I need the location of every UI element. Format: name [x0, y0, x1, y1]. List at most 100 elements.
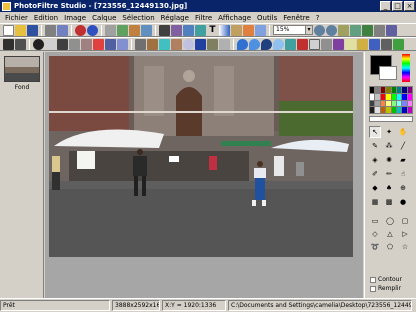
palette-swatch[interactable]	[391, 100, 396, 107]
scan-icon[interactable]	[57, 24, 68, 36]
triangle-shape-icon[interactable]: △	[384, 229, 396, 239]
auto-contrast-icon[interactable]	[15, 38, 26, 50]
palette-swatch[interactable]	[402, 100, 407, 107]
gradient-icon[interactable]	[219, 24, 230, 36]
cut-icon[interactable]	[105, 24, 116, 36]
tile-icon[interactable]	[374, 24, 385, 36]
save-icon[interactable]	[27, 24, 38, 36]
rounded-rect-shape-icon[interactable]: ▢	[399, 216, 411, 226]
ellipse-shape-icon[interactable]: ◯	[384, 216, 396, 226]
gamma-minus-icon[interactable]	[105, 38, 116, 50]
palette-swatch[interactable]	[386, 107, 391, 113]
brush-tool-icon[interactable]: ✐	[369, 168, 381, 180]
menu-image[interactable]: Image	[61, 14, 89, 22]
pattern-tool-icon[interactable]: ▩	[383, 196, 395, 208]
remplir-checkbox-box[interactable]	[370, 285, 376, 292]
palette-swatch[interactable]	[380, 87, 386, 93]
rectangle-shape-icon[interactable]: ▭	[369, 216, 381, 226]
full-screen-icon[interactable]	[362, 24, 373, 36]
mirror-icon[interactable]	[171, 38, 182, 50]
filter-light-drop-icon[interactable]	[273, 38, 284, 50]
filter-water-icon[interactable]	[237, 38, 248, 50]
palette-swatch[interactable]	[380, 93, 386, 100]
remplir-checkbox[interactable]: Remplir	[370, 285, 401, 292]
wand-tool-icon[interactable]: ⁂	[383, 140, 395, 152]
paste-icon[interactable]	[129, 24, 140, 36]
zoom-in-icon[interactable]	[314, 24, 325, 36]
paste-new-icon[interactable]	[141, 24, 152, 36]
menu-edition[interactable]: Edition	[31, 14, 61, 22]
diamond-shape-icon[interactable]: ◇	[369, 229, 381, 239]
palette-swatch[interactable]	[407, 93, 412, 100]
frame-icon[interactable]	[231, 24, 242, 36]
palette-swatch[interactable]	[407, 87, 412, 93]
layer-thumbnail[interactable]	[4, 56, 40, 82]
app-icon[interactable]	[2, 1, 11, 11]
palette-swatch[interactable]	[375, 87, 380, 93]
negative-icon[interactable]	[159, 38, 170, 50]
polygon-shape-icon[interactable]: ⬠	[384, 242, 396, 252]
cascade-icon[interactable]	[386, 24, 397, 36]
drop-tool-icon[interactable]: ♠	[383, 182, 395, 194]
eyedropper-tool-icon[interactable]: ✎	[369, 140, 381, 152]
saturation-plus-icon[interactable]	[93, 38, 104, 50]
sepia-icon[interactable]	[147, 38, 158, 50]
line-tool-icon[interactable]: ╱	[397, 140, 409, 152]
menu-reglage[interactable]: Réglage	[158, 14, 192, 22]
new-file-icon[interactable]	[3, 24, 14, 36]
clone-tool-icon[interactable]: ⊕	[397, 182, 409, 194]
palette-swatch[interactable]	[391, 93, 396, 100]
copy-icon[interactable]	[117, 24, 128, 36]
palette-swatch[interactable]	[386, 100, 391, 107]
palette-swatch[interactable]	[370, 107, 375, 113]
filter-cyan-icon[interactable]	[285, 38, 296, 50]
arrow-shape-icon[interactable]: ▷	[399, 229, 411, 239]
image-size-icon[interactable]	[159, 24, 170, 36]
menu-fenetre[interactable]: Fenêtre	[280, 14, 312, 22]
close-button[interactable]: ×	[404, 1, 415, 11]
eraser-tool-icon[interactable]: ▰	[397, 154, 409, 166]
chevron-down-icon[interactable]: ▾	[305, 26, 312, 34]
contrast-minus-icon[interactable]	[57, 38, 68, 50]
pointer-tool-icon[interactable]: ↖	[369, 126, 381, 138]
filter-light-icon[interactable]	[345, 38, 356, 50]
fill-tool-icon[interactable]: ◈	[369, 154, 381, 166]
palette-swatch[interactable]	[396, 93, 402, 100]
menu-affichage[interactable]: Affichage	[215, 14, 254, 22]
menu-selection[interactable]: Sélection	[119, 14, 157, 22]
smudge-tool-icon[interactable]: ☝	[397, 168, 409, 180]
palette-swatch[interactable]	[407, 100, 412, 107]
open-folder-icon[interactable]	[15, 24, 26, 36]
palette-swatch[interactable]	[391, 107, 396, 113]
filter-drop-icon[interactable]	[249, 38, 260, 50]
palette-swatch[interactable]	[380, 107, 386, 113]
filter-green-icon[interactable]	[393, 38, 404, 50]
fit-window-icon[interactable]	[350, 24, 361, 36]
filter-frame-icon[interactable]	[309, 38, 320, 50]
emboss-icon[interactable]	[219, 38, 230, 50]
print-icon[interactable]	[45, 24, 56, 36]
palette-swatch[interactable]	[375, 93, 380, 100]
palette-swatch[interactable]	[386, 93, 391, 100]
maximize-button[interactable]: □	[392, 1, 403, 11]
contour-checkbox-box[interactable]	[370, 276, 376, 283]
text-icon[interactable]: T	[207, 25, 218, 36]
contrast-plus-icon[interactable]	[69, 38, 80, 50]
noise-icon[interactable]	[207, 38, 218, 50]
brightness-minus-icon[interactable]	[33, 38, 44, 50]
stamp-tool-icon[interactable]: ▦	[369, 196, 381, 208]
auto-level-icon[interactable]	[3, 38, 14, 50]
palette-swatch[interactable]	[375, 100, 380, 107]
zoom-out-icon[interactable]	[326, 24, 337, 36]
color-palette[interactable]	[369, 86, 413, 114]
pencil-tool-icon[interactable]: ✏	[383, 168, 395, 180]
minimize-button[interactable]: _	[380, 1, 391, 11]
blur-icon[interactable]	[183, 38, 194, 50]
palette-swatch[interactable]	[386, 87, 391, 93]
palette-swatch[interactable]	[396, 107, 402, 113]
filter-grid-icon[interactable]	[321, 38, 332, 50]
brush-icon[interactable]	[243, 24, 254, 36]
magic-wand-tool-icon[interactable]: ✦	[383, 126, 395, 138]
spray-tool-icon[interactable]: ✺	[383, 154, 395, 166]
palette-swatch[interactable]	[375, 107, 380, 113]
